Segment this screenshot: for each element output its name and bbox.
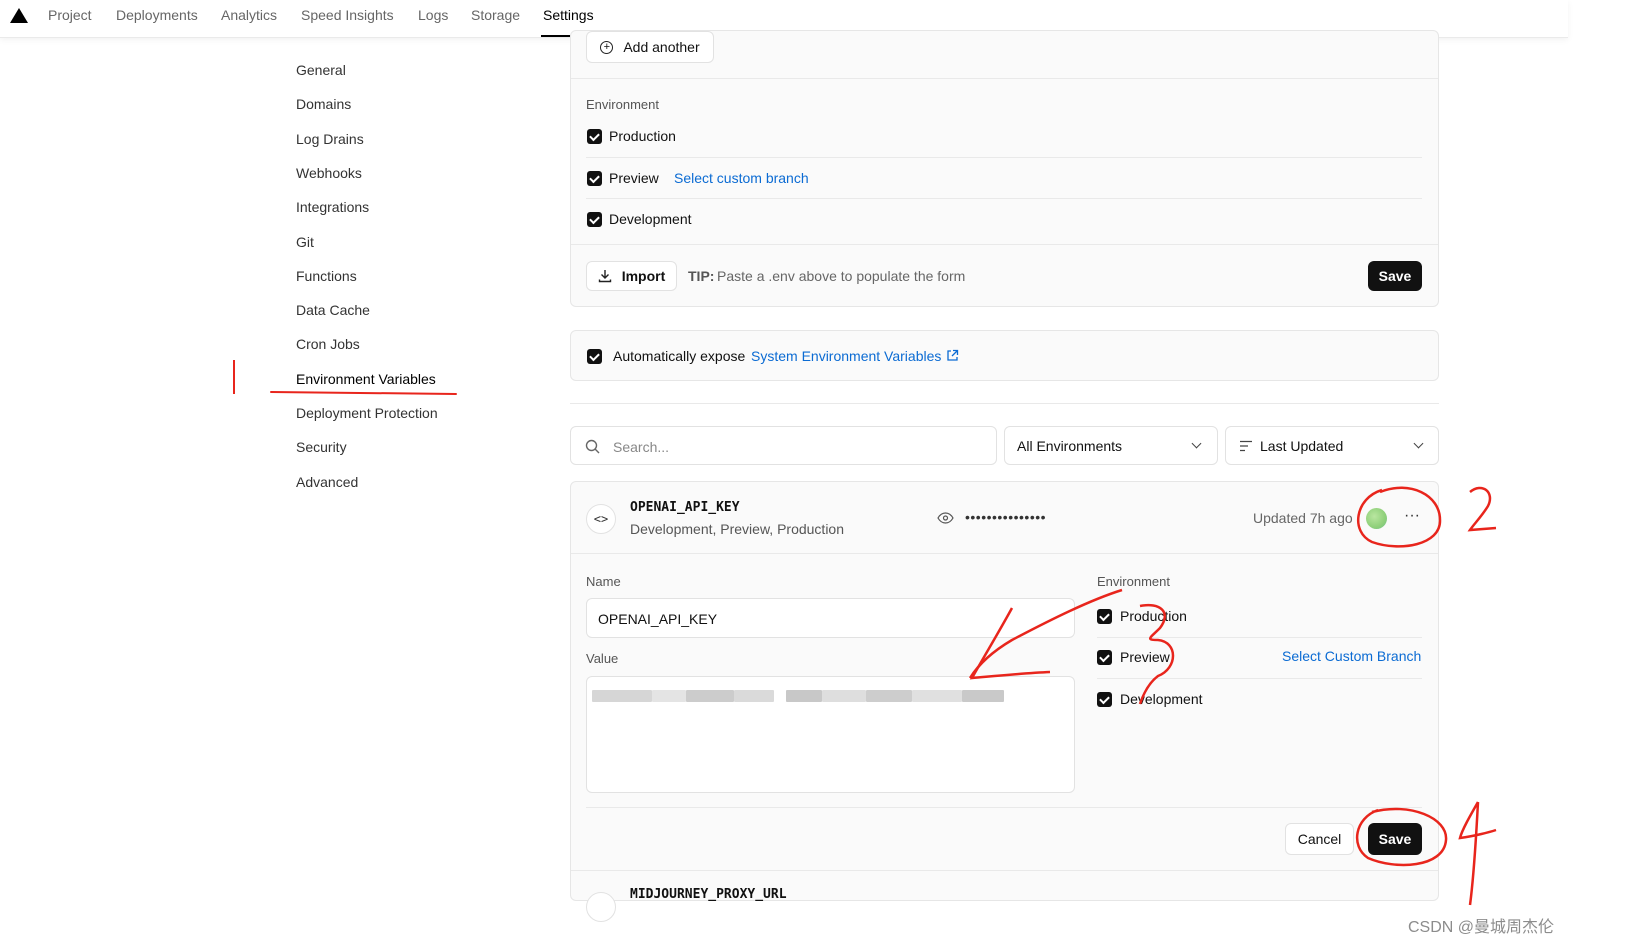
edit-development-checkbox[interactable]: [1097, 692, 1112, 707]
divider: [571, 870, 1438, 871]
name-input-value: OPENAI_API_KEY: [598, 611, 718, 627]
environment-filter-select[interactable]: All Environments: [1004, 426, 1218, 465]
divider: [571, 78, 1438, 79]
add-another-button[interactable]: + Add another: [586, 31, 714, 63]
expose-checkbox[interactable]: [587, 349, 602, 364]
external-link-icon[interactable]: [946, 349, 959, 362]
sidebar-item-log-drains[interactable]: Log Drains: [296, 131, 364, 147]
annotation-number-4: 4: [1456, 798, 1500, 906]
annotation-number-2: 2: [1466, 487, 1506, 535]
select-custom-branch-link[interactable]: Select custom branch: [674, 170, 809, 186]
plus-circle-icon: +: [600, 40, 614, 54]
more-options-button[interactable]: ···: [1404, 507, 1420, 525]
select-custom-branch-link[interactable]: Select Custom Branch: [1282, 648, 1421, 664]
annotation-mark: [233, 360, 235, 394]
annotation-underline: [269, 391, 458, 395]
divider: [571, 244, 1438, 245]
preview-checkbox[interactable]: [587, 171, 602, 186]
system-env-vars-link[interactable]: System Environment Variables: [751, 348, 941, 364]
watermark-text: CSDN @曼城周杰伦: [1407, 919, 1554, 936]
sort-lines-icon: [1240, 440, 1252, 452]
code-brackets-icon: [586, 892, 616, 922]
sidebar-item-integrations[interactable]: Integrations: [296, 199, 369, 215]
development-checkbox[interactable]: [587, 212, 602, 227]
divider: [586, 807, 1422, 808]
add-another-label: Add another: [623, 39, 700, 55]
tab-speed-insights[interactable]: Speed Insights: [301, 7, 394, 23]
search-input[interactable]: Search...: [570, 426, 997, 465]
tab-deployments[interactable]: Deployments: [116, 7, 198, 23]
sidebar-item-data-cache[interactable]: Data Cache: [296, 302, 370, 318]
sidebar-item-functions[interactable]: Functions: [296, 268, 357, 284]
variable-environments: Development, Preview, Production: [630, 521, 844, 537]
name-input[interactable]: OPENAI_API_KEY: [586, 598, 1075, 638]
production-label: Production: [609, 128, 676, 144]
sidebar-item-security[interactable]: Security: [296, 439, 347, 455]
import-label: Import: [621, 268, 666, 284]
production-checkbox[interactable]: [587, 129, 602, 144]
download-icon: [598, 270, 611, 283]
import-button[interactable]: Import: [586, 261, 677, 291]
sidebar-item-domains[interactable]: Domains: [296, 96, 351, 112]
cancel-button[interactable]: Cancel: [1285, 823, 1354, 855]
tip-prefix: TIP:: [688, 268, 715, 284]
save-variable-button[interactable]: Save: [1368, 823, 1422, 855]
sidebar-item-advanced[interactable]: Advanced: [296, 474, 358, 490]
annotation-number-3: 3: [1136, 604, 1182, 706]
sort-select[interactable]: Last Updated: [1225, 426, 1439, 465]
add-env-card: [570, 30, 1439, 307]
divider: [571, 553, 1438, 554]
edit-production-checkbox[interactable]: [1097, 609, 1112, 624]
masked-value: •••••••••••••••: [965, 509, 1047, 525]
sidebar-item-general[interactable]: General: [296, 62, 346, 78]
vercel-logo-icon[interactable]: [10, 8, 28, 23]
updated-timestamp: Updated 7h ago: [1253, 510, 1353, 526]
expose-label: Automatically expose: [613, 348, 746, 364]
save-env-button[interactable]: Save: [1368, 261, 1422, 291]
sidebar-item-webhooks[interactable]: Webhooks: [296, 165, 362, 181]
tab-storage[interactable]: Storage: [471, 7, 520, 23]
variable-key: OPENAI_API_KEY: [630, 500, 740, 515]
tab-settings[interactable]: Settings: [543, 7, 594, 23]
chevron-down-icon: [1191, 438, 1202, 449]
divider: [586, 198, 1422, 199]
development-label: Development: [609, 211, 692, 227]
environment-label: Environment: [586, 97, 659, 112]
chevron-down-icon: [1413, 438, 1424, 449]
search-placeholder: Search...: [613, 439, 670, 455]
search-icon: [585, 439, 600, 454]
avatar: [1366, 508, 1387, 529]
tip-text: Paste a .env above to populate the form: [717, 268, 966, 284]
divider: [570, 403, 1439, 404]
preview-label: Preview: [609, 170, 659, 186]
sidebar-item-environment-variables[interactable]: Environment Variables: [296, 371, 436, 387]
sort-value: Last Updated: [1260, 438, 1344, 454]
eye-icon[interactable]: [937, 512, 954, 524]
divider: [586, 157, 1422, 158]
sidebar-item-deployment-protection[interactable]: Deployment Protection: [296, 405, 438, 421]
sidebar-item-cron-jobs[interactable]: Cron Jobs: [296, 336, 360, 352]
value-label: Value: [586, 651, 619, 666]
environment-filter-value: All Environments: [1017, 438, 1123, 454]
edit-preview-checkbox[interactable]: [1097, 650, 1112, 665]
code-brackets-icon: <>: [586, 504, 616, 534]
edit-environment-label: Environment: [1097, 574, 1170, 589]
name-label: Name: [586, 574, 621, 589]
tab-logs[interactable]: Logs: [418, 7, 448, 23]
tab-analytics[interactable]: Analytics: [221, 7, 277, 23]
sidebar-item-git[interactable]: Git: [296, 234, 314, 250]
tab-project[interactable]: Project: [48, 7, 92, 23]
next-variable-key: MIDJOURNEY_PROXY_URL: [630, 887, 787, 902]
